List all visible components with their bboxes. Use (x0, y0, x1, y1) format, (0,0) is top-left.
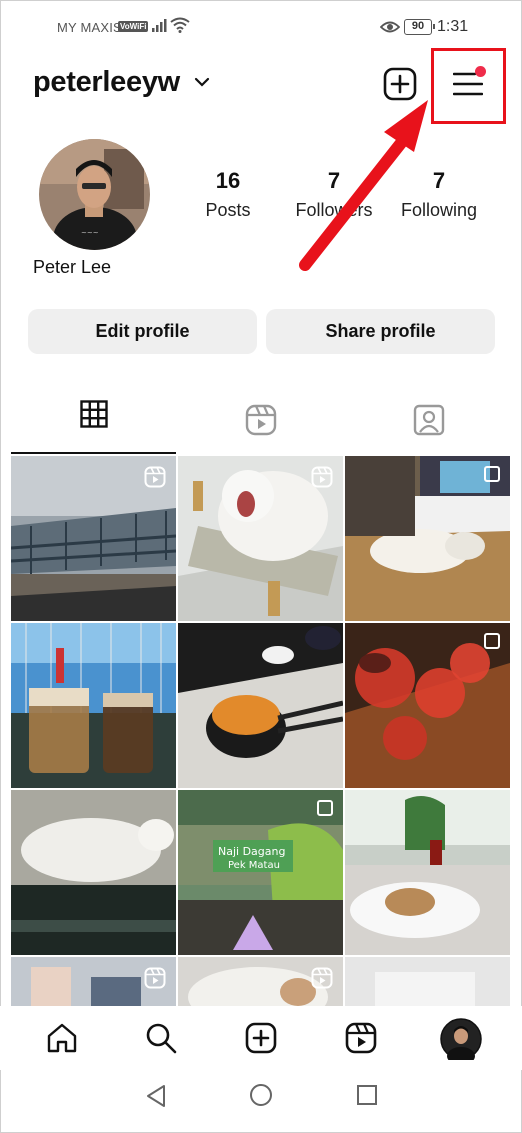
posts-stat[interactable]: 16 Posts (178, 168, 278, 221)
create-icon[interactable] (245, 1022, 277, 1054)
followers-label: Followers (295, 200, 373, 220)
profile-avatar[interactable] (440, 1018, 482, 1060)
full-name: Peter Lee (33, 257, 112, 277)
wifi-icon (170, 17, 190, 33)
chevron-down-icon[interactable] (194, 76, 210, 88)
profile-avatar[interactable]: ~~~ (39, 139, 150, 250)
home-icon[interactable] (46, 1022, 78, 1054)
svg-text:~~~: ~~~ (81, 229, 99, 237)
post-thumbnail[interactable] (178, 957, 343, 1006)
following-count: 7 (432, 168, 446, 193)
followers-stat[interactable]: 7 Followers (284, 168, 384, 221)
recents-icon[interactable] (356, 1084, 378, 1106)
multi-photo-icon (484, 466, 500, 482)
reels-badge-icon (144, 466, 166, 488)
posts-label: Posts (205, 200, 251, 220)
edit-profile-button[interactable]: Edit profile (28, 309, 257, 354)
post-thumbnail[interactable] (345, 790, 510, 955)
post-thumbnail[interactable] (345, 456, 510, 621)
eye-icon (380, 21, 400, 33)
clock: 1:31 (437, 18, 469, 35)
post-thumbnail[interactable] (11, 957, 176, 1006)
post-thumbnail[interactable]: Naji Dagang Pek Matau (178, 790, 343, 955)
carrier-name: MY MAXIS (57, 20, 122, 35)
posts-grid: Naji Dagang Pek Matau (11, 456, 511, 1006)
grid-icon[interactable] (80, 400, 108, 428)
multi-photo-icon (317, 800, 333, 816)
post-thumbnail[interactable] (11, 790, 176, 955)
share-profile-button[interactable]: Share profile (266, 309, 495, 354)
create-plus-icon[interactable] (383, 67, 417, 101)
post-thumbnail[interactable] (11, 456, 176, 621)
reels-icon[interactable] (345, 1022, 377, 1054)
post-thumbnail[interactable] (178, 623, 343, 788)
reels-badge-icon (144, 967, 166, 989)
post-thumbnail[interactable] (178, 456, 343, 621)
following-label: Following (400, 200, 478, 220)
posts-count: 16 (215, 168, 241, 193)
svg-text:Pek Matau: Pek Matau (228, 860, 280, 871)
multi-photo-icon (484, 633, 500, 649)
system-navigation (0, 1070, 522, 1133)
post-thumbnail[interactable] (11, 623, 176, 788)
tagged-icon[interactable] (413, 404, 445, 436)
username-switcher[interactable]: peterleeyw (33, 66, 180, 99)
active-tab-indicator (11, 452, 176, 454)
search-icon[interactable] (145, 1022, 177, 1054)
vowifi-badge: VoWiFi (118, 21, 149, 32)
notification-dot (475, 66, 486, 77)
reels-badge-icon (311, 466, 333, 488)
bottom-navigation (0, 1006, 522, 1070)
post-thumbnail[interactable] (345, 623, 510, 788)
svg-text:Naji Dagang: Naji Dagang (218, 845, 285, 858)
battery-indicator: 90 (404, 19, 435, 35)
back-icon[interactable] (145, 1084, 167, 1108)
reels-badge-icon (311, 967, 333, 989)
post-thumbnail[interactable] (345, 957, 510, 1006)
following-stat[interactable]: 7 Following (389, 168, 489, 221)
signal-icon (152, 19, 167, 32)
home-circle-icon[interactable] (249, 1083, 273, 1107)
followers-count: 7 (327, 168, 341, 193)
reels-icon[interactable] (245, 404, 277, 436)
